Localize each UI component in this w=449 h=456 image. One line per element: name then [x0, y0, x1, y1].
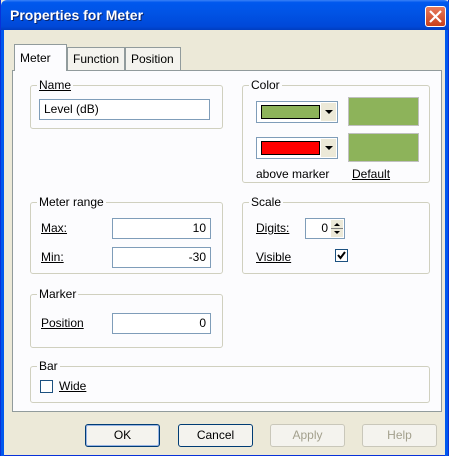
meter-color-select[interactable]	[256, 101, 338, 123]
apply-button[interactable]: Apply	[270, 424, 345, 447]
marker-color-dropdown[interactable]	[320, 139, 336, 157]
color-legend: Color	[249, 78, 282, 92]
close-icon	[429, 10, 442, 23]
properties-dialog: Properties for Meter Meter Function Posi…	[0, 0, 449, 456]
position-label: Position	[41, 316, 84, 330]
title-bar[interactable]: Properties for Meter	[1, 0, 449, 30]
tab-panel-meter: Name Level (dB) Color above marker Defau…	[12, 70, 442, 412]
digits-value: 0	[321, 221, 328, 235]
bar-legend: Bar	[37, 359, 60, 373]
window-title: Properties for Meter	[10, 7, 144, 23]
min-input[interactable]: -30	[112, 247, 211, 268]
window-border-right	[445, 30, 448, 456]
cancel-button[interactable]: Cancel	[178, 424, 253, 447]
meter-range-legend: Meter range	[37, 195, 106, 209]
wide-checkbox[interactable]	[40, 380, 53, 393]
tab-function[interactable]: Function	[67, 47, 125, 70]
default-label: Default	[352, 167, 391, 181]
chevron-down-icon	[325, 146, 333, 150]
checkmark-icon	[337, 251, 346, 260]
min-label: Min:	[41, 250, 64, 264]
meter-color-button[interactable]	[348, 97, 419, 126]
meter-color-swatch	[261, 105, 320, 119]
window-border-left	[1, 30, 4, 456]
max-label: Max:	[41, 221, 68, 235]
default-color-button[interactable]	[348, 133, 419, 162]
visible-label: Visible	[256, 250, 292, 264]
marker-legend: Marker	[37, 287, 79, 301]
bar-group: Bar Wide	[30, 359, 430, 403]
above-marker-label: above marker	[256, 167, 330, 181]
name-input[interactable]: Level (dB)	[39, 99, 210, 120]
digits-label: Digits:	[256, 221, 290, 235]
help-button[interactable]: Help	[362, 424, 437, 447]
ok-button[interactable]: OK	[85, 424, 160, 447]
digits-spin-buttons[interactable]	[331, 220, 343, 237]
spin-arrows-icon	[331, 223, 343, 234]
wide-label: Wide	[59, 379, 87, 393]
close-button[interactable]	[425, 6, 446, 27]
name-group: Name Level (dB)	[30, 78, 223, 129]
max-input[interactable]: 10	[112, 218, 211, 239]
chevron-down-icon	[325, 110, 333, 114]
visible-checkbox[interactable]	[335, 249, 348, 262]
tab-meter[interactable]: Meter	[14, 44, 67, 71]
color-group: Color above marker Default	[242, 78, 430, 183]
meter-color-dropdown[interactable]	[320, 103, 336, 121]
tab-position[interactable]: Position	[125, 47, 181, 70]
scale-legend: Scale	[249, 195, 284, 209]
digits-spinner[interactable]: 0	[305, 218, 345, 239]
position-input[interactable]: 0	[112, 313, 211, 334]
scale-group: Scale Digits: 0 Visible	[242, 195, 430, 274]
name-legend: Name	[37, 78, 74, 92]
marker-color-swatch	[261, 141, 320, 155]
marker-group: Marker Position 0	[30, 287, 223, 348]
marker-color-select[interactable]	[256, 137, 338, 159]
meter-range-group: Meter range Max: 10 Min: -30	[30, 195, 223, 274]
